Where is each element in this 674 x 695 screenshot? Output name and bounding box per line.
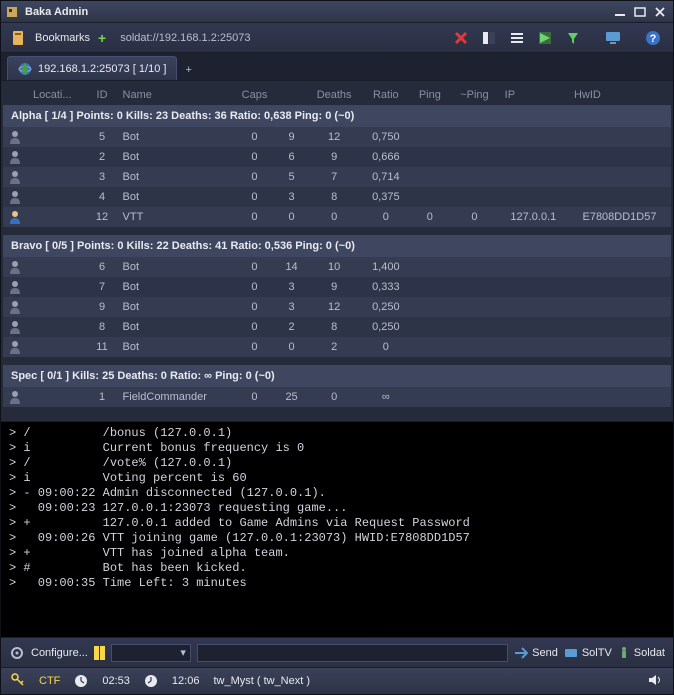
key-icon (11, 673, 25, 690)
col-location[interactable]: Locati... (27, 85, 88, 105)
clock-time: 12:06 (172, 675, 200, 687)
status-bar: CTF 02:53 12:06 tw_Myst ( tw_Next ) (1, 668, 673, 694)
app-icon (5, 5, 19, 19)
player-icon (3, 207, 27, 227)
team-header: Spec [ 0/1 ] Kills: 25 Deaths: 0 Ratio: … (3, 365, 671, 387)
col-deaths[interactable]: Deaths (306, 85, 362, 105)
close-button[interactable] (651, 5, 669, 19)
svg-text:?: ? (650, 33, 657, 45)
server-tab[interactable]: 192.168.1.2:25073 [ 1/10 ] (7, 56, 177, 80)
command-bar: Configure... ▾ Send SolTV Soldat (1, 638, 673, 668)
gear-icon (9, 645, 25, 661)
console-line: > / /bonus (127.0.0.1) (9, 426, 665, 441)
bookmark-icon (11, 30, 27, 46)
minimize-button[interactable] (611, 5, 629, 19)
panel-left-icon[interactable] (479, 29, 499, 47)
player-icon (3, 127, 27, 147)
table-row[interactable]: 12VTT000000127.0.0.1E7808DD1D57 (3, 207, 671, 227)
col-caps[interactable]: Caps (232, 85, 277, 105)
console-line: > + 127.0.0.1 added to Game Admins via R… (9, 516, 665, 531)
col-ip[interactable]: IP (499, 85, 568, 105)
bookmarks-button[interactable]: Bookmarks (35, 32, 90, 44)
col-ratio[interactable]: Ratio (362, 85, 409, 105)
tab-label: 192.168.1.2:25073 [ 1/10 ] (38, 63, 166, 75)
table-row[interactable]: 5Bot09120,750 (3, 127, 671, 147)
player-icon (3, 257, 27, 277)
monitor-icon[interactable] (603, 29, 623, 47)
player-table: Locati...IDNameCaps DeathsRatioPing~PingI… (3, 85, 671, 415)
team-header: Alpha [ 1/4 ] Points: 0 Kills: 23 Deaths… (3, 105, 671, 127)
command-input[interactable] (197, 644, 508, 662)
time-left: 02:53 (102, 675, 130, 687)
volume-icon[interactable] (647, 673, 663, 690)
console-line: > i Voting percent is 60 (9, 471, 665, 486)
console-line: > i Current bonus frequency is 0 (9, 441, 665, 456)
flag-icon[interactable] (535, 29, 555, 47)
game-mode: CTF (39, 675, 60, 687)
table-row[interactable]: 7Bot0390,333 (3, 277, 671, 297)
soltv-button[interactable]: SolTV (564, 647, 612, 659)
col-ping[interactable]: Ping (410, 85, 451, 105)
table-row[interactable]: 3Bot0570,714 (3, 167, 671, 187)
add-tab-button[interactable]: + (185, 64, 191, 76)
tv-icon (564, 647, 578, 659)
player-icon (3, 317, 27, 337)
tabbar: 192.168.1.2:25073 [ 1/10 ] + (1, 53, 673, 81)
table-row[interactable]: 6Bot014101,400 (3, 257, 671, 277)
add-bookmark-button[interactable]: + (98, 30, 106, 46)
configure-button[interactable]: Configure... (31, 647, 88, 659)
console-line: > 09:00:26 VTT joining game (127.0.0.1:2… (9, 531, 665, 546)
player-icon (3, 337, 27, 357)
player-icon (3, 297, 27, 317)
player-icon (3, 277, 27, 297)
map-name: tw_Myst ( tw_Next ) (213, 675, 310, 687)
clock-icon (144, 674, 158, 688)
col-hwid[interactable]: HwID (568, 85, 671, 105)
command-mode-select[interactable]: ▾ (111, 644, 191, 662)
table-row[interactable]: 2Bot0690,666 (3, 147, 671, 167)
clock-icon (74, 674, 88, 688)
titlebar: Baka Admin (1, 1, 673, 23)
col-kills[interactable] (277, 85, 306, 105)
console-line: > 09:00:23 127.0.0.1:23073 requesting ga… (9, 501, 665, 516)
table-row[interactable]: 8Bot0280,250 (3, 317, 671, 337)
table-row[interactable]: 11Bot0020 (3, 337, 671, 357)
send-button[interactable]: Send (514, 647, 558, 659)
table-row[interactable]: 4Bot0380,375 (3, 187, 671, 207)
console-line: > / /vote% (127.0.0.1) (9, 456, 665, 471)
list-icon[interactable] (507, 29, 527, 47)
soldat-button[interactable]: Soldat (618, 646, 665, 660)
team-header: Bravo [ 0/5 ] Points: 0 Kills: 22 Deaths… (3, 235, 671, 257)
col-name[interactable]: Name (117, 85, 232, 105)
console[interactable]: > / /bonus (127.0.0.1)> i Current bonus … (1, 421, 673, 638)
table-row[interactable]: 1FieldCommander0250∞ (3, 387, 671, 407)
soldier-icon (618, 646, 630, 660)
player-icon (3, 387, 27, 407)
filter-icon[interactable] (563, 29, 583, 47)
console-line: > + VTT has joined alpha team. (9, 546, 665, 561)
player-table-wrap: Locati...IDNameCaps DeathsRatioPing~PingI… (1, 81, 673, 421)
player-icon (3, 147, 27, 167)
help-icon[interactable]: ? (643, 29, 663, 47)
delete-icon[interactable] (451, 29, 471, 47)
table-row[interactable]: 9Bot03120,250 (3, 297, 671, 317)
col-epingh[interactable]: ~Ping (450, 85, 498, 105)
console-line: > 09:00:35 Time Left: 3 minutes (9, 576, 665, 591)
player-icon (3, 167, 27, 187)
col-id[interactable]: ID (88, 85, 117, 105)
player-icon (3, 187, 27, 207)
address-text: soldat://192.168.1.2:25073 (120, 32, 250, 44)
send-icon (514, 647, 528, 659)
maximize-button[interactable] (631, 5, 649, 19)
toolbar: Bookmarks + soldat://192.168.1.2:25073 ? (1, 23, 673, 53)
console-line: > # Bot has been kicked. (9, 561, 665, 576)
window-title: Baka Admin (25, 6, 609, 18)
globe-icon (18, 62, 32, 76)
console-line: > - 09:00:22 Admin disconnected (127.0.0… (9, 486, 665, 501)
pause-button[interactable] (94, 646, 105, 660)
